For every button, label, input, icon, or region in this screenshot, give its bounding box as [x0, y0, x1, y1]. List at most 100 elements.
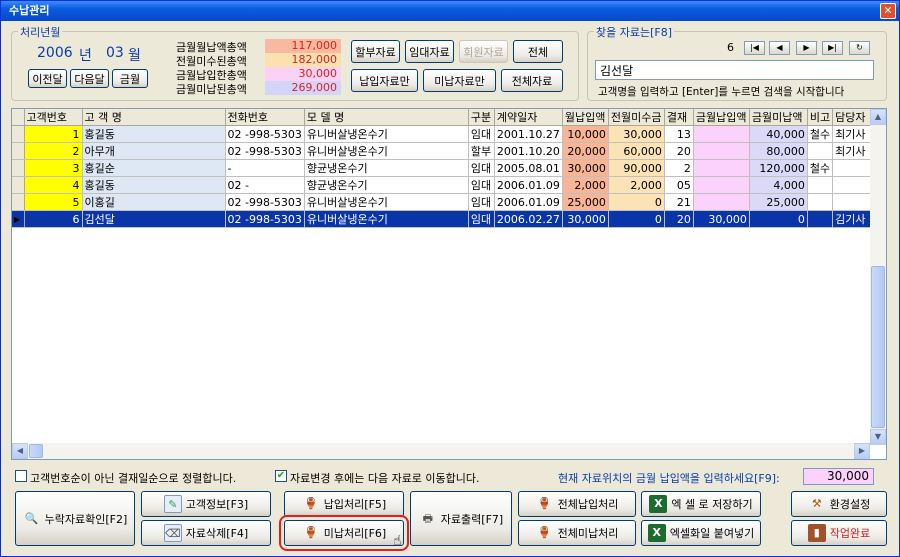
installment-filter-button[interactable]: 할부자료 — [351, 40, 400, 63]
scroll-right-icon[interactable]: ▶ — [854, 443, 870, 459]
cell-name[interactable]: 홍길동 — [82, 125, 226, 143]
table-row[interactable]: 4 홍길동 02 - 향균냉온수기 임대 2006.01.09 2,000 2,000 05 4,… — [12, 176, 876, 194]
row-header[interactable] — [12, 159, 25, 177]
rental-filter-button[interactable]: 임대자료 — [405, 40, 454, 63]
paid-only-button[interactable]: 납입자료만 — [351, 69, 418, 92]
cell-model[interactable]: 유니버살냉온수기 — [304, 193, 469, 211]
cell-date[interactable]: 2006.02.27 — [494, 210, 563, 228]
col-header-monthly[interactable]: 월납입액 — [562, 109, 609, 126]
cell-phone[interactable]: 02 -998-5303 — [225, 210, 305, 228]
horizontal-scrollbar[interactable]: ◀ ▶ — [12, 443, 870, 459]
cell-type[interactable]: 임대 — [468, 159, 495, 177]
cell-unpaid[interactable]: 80,000 — [749, 142, 808, 160]
cell-prev[interactable]: 30,000 — [608, 125, 665, 143]
refresh-icon[interactable]: ↻ — [849, 41, 870, 55]
cell-paid[interactable] — [693, 125, 750, 143]
cell-type[interactable]: 임대 — [468, 176, 495, 194]
cell-type[interactable]: 임대 — [468, 125, 495, 143]
prev-record-icon[interactable]: ◀ — [769, 41, 790, 55]
print-button[interactable]: 🖶 자료출력[F7] — [410, 491, 512, 546]
customer-info-button[interactable]: ✎ 고객정보[F3] — [141, 491, 271, 517]
move-next-checkbox[interactable]: ✔ — [275, 470, 287, 482]
cell-unpaid[interactable]: 40,000 — [749, 125, 808, 143]
vertical-scrollbar[interactable]: ▲ ▼ — [870, 109, 886, 445]
cell-paid[interactable]: 30,000 — [693, 210, 750, 228]
col-header-day[interactable]: 결재 — [664, 109, 694, 126]
cell-monthly[interactable]: 30,000 — [562, 210, 609, 228]
cell-code[interactable]: 2 — [24, 142, 83, 160]
cell-monthly[interactable]: 2,000 — [562, 176, 609, 194]
all-unpaid-button[interactable]: 🏺 전체미납처리 — [518, 520, 636, 546]
member-filter-button[interactable]: 회원자료 — [459, 40, 508, 63]
cell-prev[interactable]: 0 — [608, 210, 665, 228]
unpaid-only-button[interactable]: 미납자료만 — [423, 69, 496, 92]
horizontal-scroll-thumb[interactable] — [29, 444, 43, 458]
cell-paid[interactable] — [693, 193, 750, 211]
done-button[interactable]: ▮ 작업완료 — [791, 520, 887, 546]
table-row[interactable]: 2 아무개 02 -998-5303 유니버살냉온수기 할부 2001.10.20 20,0… — [12, 142, 876, 160]
cell-note[interactable] — [807, 142, 834, 160]
cell-unpaid[interactable]: 4,000 — [749, 176, 808, 194]
cell-day[interactable]: 05 — [664, 176, 694, 194]
cell-code[interactable]: 4 — [24, 176, 83, 194]
col-header-prev[interactable]: 전월미수금 — [608, 109, 665, 126]
col-header-note[interactable]: 비고 — [807, 109, 834, 126]
cell-manager[interactable]: 최기사 — [832, 125, 876, 143]
current-row-indicator-icon[interactable]: ▶ — [12, 210, 25, 228]
scroll-down-icon[interactable]: ▼ — [870, 429, 886, 445]
cell-name[interactable]: 김선달 — [82, 210, 226, 228]
cell-manager[interactable]: 김기사 — [832, 210, 876, 228]
cell-prev[interactable]: 2,000 — [608, 176, 665, 194]
cell-paid[interactable] — [693, 159, 750, 177]
cell-monthly[interactable]: 25,000 — [562, 193, 609, 211]
cell-manager[interactable] — [832, 159, 876, 177]
col-header-unpaid[interactable]: 금월미납액 — [749, 109, 808, 126]
cell-model[interactable]: 향균냉온수기 — [304, 176, 469, 194]
cell-phone[interactable]: - — [225, 159, 305, 177]
cell-model[interactable]: 유니버살냉온수기 — [304, 125, 469, 143]
cell-unpaid[interactable]: 120,000 — [749, 159, 808, 177]
col-header-name[interactable]: 고 객 명 — [82, 109, 226, 126]
settings-button[interactable]: ⚒ 환경설정 — [791, 491, 887, 517]
cell-manager[interactable] — [832, 176, 876, 194]
cell-monthly[interactable]: 30,000 — [562, 159, 609, 177]
col-header-code[interactable]: 고객번호 — [24, 109, 83, 126]
scroll-left-icon[interactable]: ◀ — [12, 443, 28, 459]
scroll-up-icon[interactable]: ▲ — [870, 109, 886, 125]
cell-phone[interactable]: 02 -998-5303 — [225, 142, 305, 160]
delete-button[interactable]: ⌫ 자료삭제[F4] — [141, 520, 271, 546]
cell-paid[interactable] — [693, 176, 750, 194]
close-icon[interactable]: ✕ — [880, 3, 896, 19]
cell-type[interactable]: 할부 — [468, 142, 495, 160]
col-header-manager[interactable]: 담당자 — [832, 109, 876, 126]
sort-by-day-checkbox[interactable] — [15, 470, 27, 482]
cell-note[interactable]: 철수 — [807, 125, 834, 143]
cell-phone[interactable]: 02 - — [225, 176, 305, 194]
table-row[interactable]: ▶ 6 김선달 02 -998-5303 유니버살냉온수기 임대 2006.02.27 30,… — [12, 210, 876, 228]
col-header-model[interactable]: 모 델 명 — [304, 109, 469, 126]
vertical-scroll-thumb[interactable] — [871, 266, 885, 428]
col-header-date[interactable]: 계약일자 — [494, 109, 563, 126]
pay-amount-input[interactable]: 30,000 — [803, 468, 874, 485]
table-row[interactable]: 1 홍길동 02 -998-5303 유니버살냉온수기 임대 2001.10.27 10,0… — [12, 125, 876, 143]
next-record-icon[interactable]: ▶ — [796, 41, 817, 55]
cell-prev[interactable]: 0 — [608, 193, 665, 211]
cell-code[interactable]: 3 — [24, 159, 83, 177]
this-month-button[interactable]: 금월 — [112, 69, 148, 88]
cell-model[interactable]: 유니버살냉온수기 — [304, 142, 469, 160]
search-input[interactable]: 김선달 — [595, 60, 874, 80]
cell-type[interactable]: 임대 — [468, 193, 495, 211]
cell-prev[interactable]: 60,000 — [608, 142, 665, 160]
col-header-phone[interactable]: 전화번호 — [225, 109, 305, 126]
cell-manager[interactable]: 최기사 — [832, 142, 876, 160]
cell-code[interactable]: 6 — [24, 210, 83, 228]
save-excel-button[interactable]: X 엑 셀 로 저장하기 — [641, 491, 761, 517]
cell-model[interactable]: 유니버살냉온수기 — [304, 210, 469, 228]
cell-note[interactable]: 철수 — [807, 159, 834, 177]
cell-prev[interactable]: 90,000 — [608, 159, 665, 177]
cell-note[interactable] — [807, 193, 834, 211]
col-header-paid[interactable]: 금월납입액 — [693, 109, 750, 126]
table-row[interactable]: 3 홍길순 - 향균냉온수기 임대 2005.08.01 30,000 90,000 2 120,… — [12, 159, 876, 177]
last-record-icon[interactable]: ▶| — [822, 41, 843, 55]
cell-date[interactable]: 2006.01.09 — [494, 176, 563, 194]
